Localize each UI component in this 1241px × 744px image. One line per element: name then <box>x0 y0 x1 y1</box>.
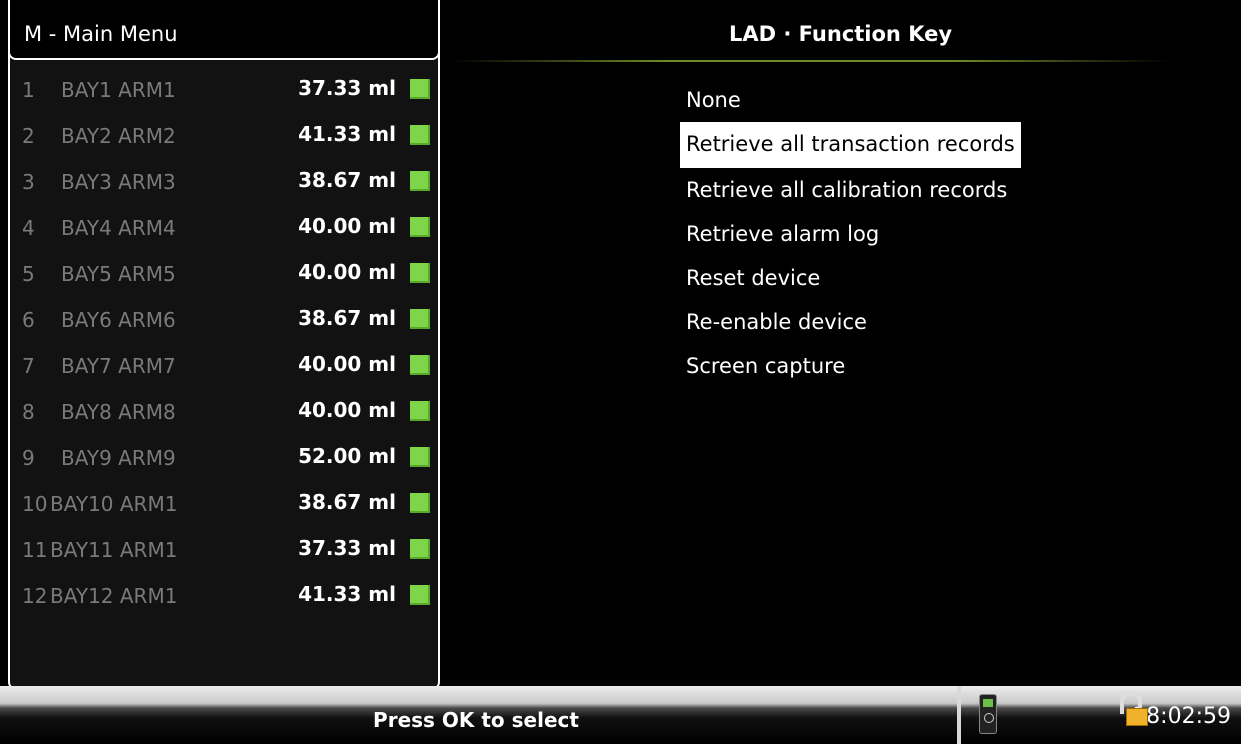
row-number: 11 <box>22 538 48 562</box>
row-name: BAY11 ARM1 <box>50 538 178 562</box>
function-option-retrieve-transactions[interactable]: Retrieve all transaction records <box>680 122 1021 168</box>
list-item[interactable]: 2 BAY2 ARM2 41.33 ml <box>8 114 440 160</box>
list-item[interactable]: 5 BAY5 ARM5 40.00 ml <box>8 252 440 298</box>
row-number: 8 <box>22 400 35 424</box>
row-value: 37.33 ml <box>298 536 396 560</box>
function-option-retrieve-alarm-log[interactable]: Retrieve alarm log <box>680 222 885 246</box>
row-name: BAY8 ARM8 <box>61 400 176 424</box>
unlock-icon <box>1118 692 1148 730</box>
status-indicator <box>410 217 430 237</box>
row-name: BAY3 ARM3 <box>61 170 176 194</box>
title-divider <box>450 60 1170 62</box>
list-item[interactable]: 9 BAY9 ARM9 52.00 ml <box>8 436 440 482</box>
row-number: 10 <box>22 492 48 516</box>
row-value: 38.67 ml <box>298 306 396 330</box>
row-value: 38.67 ml <box>298 490 396 514</box>
list-item[interactable]: 6 BAY6 ARM6 38.67 ml <box>8 298 440 344</box>
row-value: 40.00 ml <box>298 214 396 238</box>
row-number: 4 <box>22 216 35 240</box>
row-number: 9 <box>22 446 35 470</box>
function-panel-title: LAD · Function Key <box>728 22 953 46</box>
status-indicator <box>410 493 430 513</box>
row-name: BAY6 ARM6 <box>61 308 176 332</box>
row-name: BAY12 ARM1 <box>50 584 178 608</box>
row-number: 12 <box>22 584 48 608</box>
function-option-retrieve-calibration[interactable]: Retrieve all calibration records <box>680 178 1013 202</box>
status-indicators: 18:02:59 <box>961 686 1241 744</box>
row-value: 40.00 ml <box>298 352 396 376</box>
status-indicator <box>410 309 430 329</box>
device-icon <box>979 694 997 734</box>
row-value: 41.33 ml <box>298 122 396 146</box>
function-options-list: None Retrieve all transaction records Re… <box>680 78 1021 388</box>
row-name: BAY5 ARM5 <box>61 262 176 286</box>
function-option-reset-device[interactable]: Reset device <box>680 266 826 290</box>
list-item[interactable]: 10 BAY10 ARM1 38.67 ml <box>8 482 440 528</box>
row-number: 3 <box>22 170 35 194</box>
row-value: 40.00 ml <box>298 260 396 284</box>
main-menu-title: M - Main Menu <box>24 22 178 46</box>
list-item[interactable]: 3 BAY3 ARM3 38.67 ml <box>8 160 440 206</box>
status-indicator <box>410 585 430 605</box>
list-item[interactable]: 7 BAY7 ARM7 40.00 ml <box>8 344 440 390</box>
status-indicator <box>410 539 430 559</box>
row-value: 38.67 ml <box>298 168 396 192</box>
row-value: 37.33 ml <box>298 76 396 100</box>
status-prompt-area: Press OK to select <box>0 686 952 744</box>
function-option-screen-capture[interactable]: Screen capture <box>680 354 851 378</box>
row-number: 5 <box>22 262 35 286</box>
row-name: BAY10 ARM1 <box>50 492 178 516</box>
main-menu-header: M - Main Menu <box>8 0 440 60</box>
row-value: 40.00 ml <box>298 398 396 422</box>
status-indicator <box>410 79 430 99</box>
list-item[interactable]: 1 BAY1 ARM1 37.33 ml <box>8 68 440 114</box>
function-option-none[interactable]: None <box>680 88 747 112</box>
row-name: BAY7 ARM7 <box>61 354 176 378</box>
row-name: BAY1 ARM1 <box>61 78 176 102</box>
row-number: 2 <box>22 124 35 148</box>
status-indicator <box>410 125 430 145</box>
list-item[interactable]: 8 BAY8 ARM8 40.00 ml <box>8 390 440 436</box>
row-name: BAY4 ARM4 <box>61 216 176 240</box>
row-value: 41.33 ml <box>298 582 396 606</box>
list-item[interactable]: 4 BAY4 ARM4 40.00 ml <box>8 206 440 252</box>
status-prompt: Press OK to select <box>373 708 579 732</box>
row-name: BAY2 ARM2 <box>61 124 176 148</box>
row-number: 1 <box>22 78 35 102</box>
status-indicator <box>410 263 430 283</box>
row-name: BAY9 ARM9 <box>61 446 176 470</box>
row-value: 52.00 ml <box>298 444 396 468</box>
list-item[interactable]: 12 BAY12 ARM1 41.33 ml <box>8 574 440 620</box>
bay-list: 1 BAY1 ARM1 37.33 ml 2 BAY2 ARM2 41.33 m… <box>8 68 440 620</box>
status-indicator <box>410 355 430 375</box>
row-number: 7 <box>22 354 35 378</box>
status-indicator <box>410 447 430 467</box>
list-item[interactable]: 11 BAY11 ARM1 37.33 ml <box>8 528 440 574</box>
status-indicator <box>410 171 430 191</box>
function-option-reenable-device[interactable]: Re-enable device <box>680 310 873 334</box>
row-number: 6 <box>22 308 35 332</box>
status-indicator <box>410 401 430 421</box>
status-bar: Press OK to select 18:02:59 <box>0 686 1241 744</box>
